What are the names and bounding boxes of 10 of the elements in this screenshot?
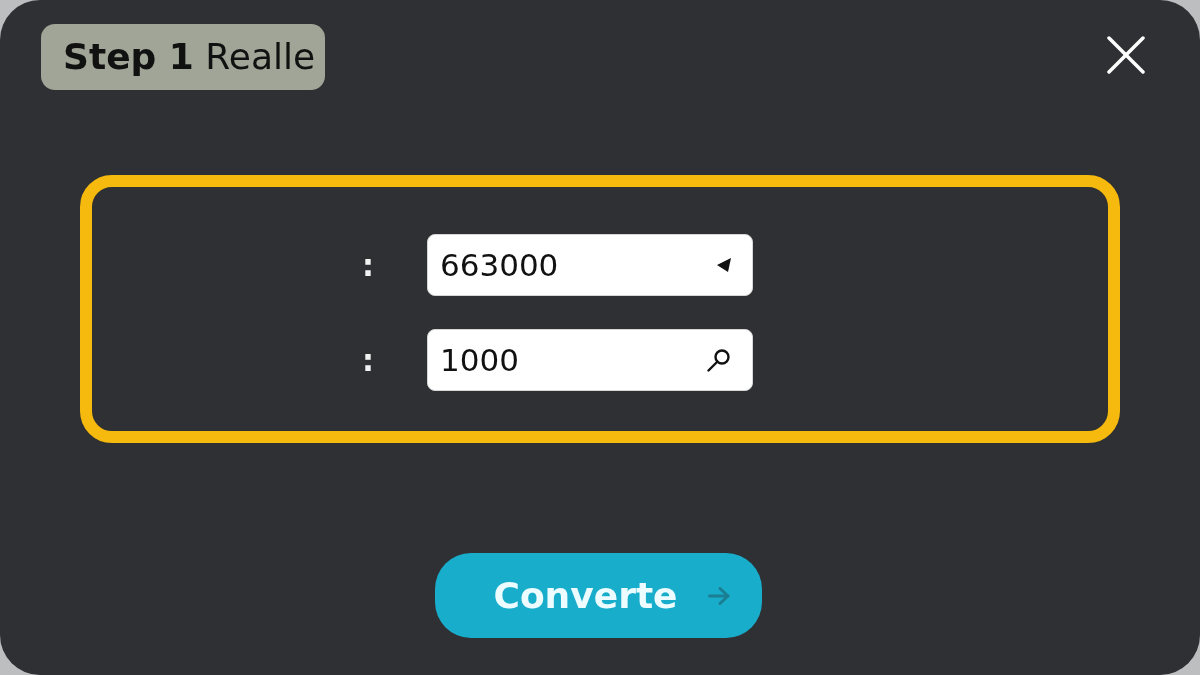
number-field[interactable]: 663000: [427, 234, 753, 296]
number-field[interactable]: 1000: [427, 329, 753, 391]
search-icon[interactable]: [707, 348, 731, 372]
step-title: Step 1 Realle: [41, 24, 326, 90]
triangle-icon: [717, 258, 731, 272]
close-button[interactable]: [1107, 36, 1145, 74]
close-icon: [1107, 36, 1145, 74]
arrow-right-icon: [707, 586, 730, 605]
field-label: :: [362, 247, 375, 283]
field-label: :: [362, 342, 375, 378]
